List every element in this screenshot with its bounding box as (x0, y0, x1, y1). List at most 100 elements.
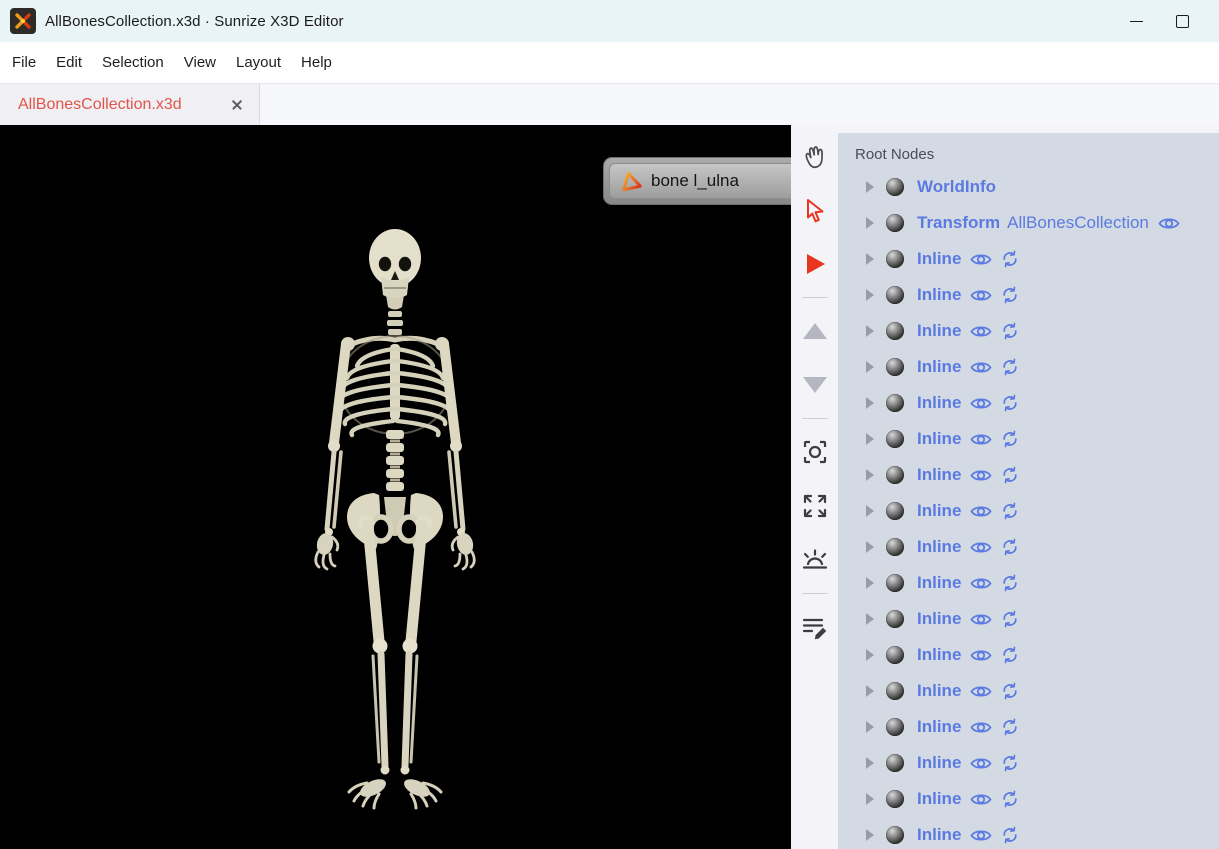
node-type-name[interactable]: Inline (917, 357, 961, 377)
expand-caret-icon[interactable] (866, 613, 874, 625)
expand-caret-icon[interactable] (866, 433, 874, 445)
node-type-name[interactable]: Inline (917, 393, 961, 413)
center-view-icon[interactable] (800, 437, 830, 467)
play-icon[interactable] (800, 249, 830, 279)
minimize-button[interactable] (1113, 5, 1159, 37)
edit-script-icon[interactable] (800, 612, 830, 642)
reload-icon[interactable] (1001, 286, 1019, 304)
node-type-name[interactable]: Inline (917, 249, 961, 269)
reload-icon[interactable] (1001, 754, 1019, 772)
visibility-eye-icon[interactable] (970, 720, 992, 735)
visibility-eye-icon[interactable] (1158, 216, 1180, 231)
visibility-eye-icon[interactable] (970, 432, 992, 447)
tree-node-row[interactable]: Inline (838, 313, 1219, 349)
node-type-name[interactable]: Inline (917, 609, 961, 629)
tree-node-row[interactable]: Inline (838, 349, 1219, 385)
tree-node-row[interactable]: Inline (838, 817, 1219, 849)
menu-edit[interactable]: Edit (46, 54, 92, 71)
reload-icon[interactable] (1001, 610, 1019, 628)
node-type-name[interactable]: Inline (917, 825, 961, 845)
tree-node-row[interactable]: Inline (838, 421, 1219, 457)
fit-view-icon[interactable] (800, 491, 830, 521)
expand-caret-icon[interactable] (866, 361, 874, 373)
tree-node-row[interactable]: Inline (838, 385, 1219, 421)
visibility-eye-icon[interactable] (970, 468, 992, 483)
visibility-eye-icon[interactable] (970, 648, 992, 663)
visibility-eye-icon[interactable] (970, 540, 992, 555)
menu-help[interactable]: Help (291, 54, 342, 71)
node-type-name[interactable]: WorldInfo (917, 177, 996, 197)
move-up-icon[interactable] (800, 316, 830, 346)
visibility-eye-icon[interactable] (970, 684, 992, 699)
tree-node-row[interactable]: Inline (838, 493, 1219, 529)
visibility-eye-icon[interactable] (970, 360, 992, 375)
expand-caret-icon[interactable] (866, 289, 874, 301)
visibility-eye-icon[interactable] (970, 828, 992, 843)
expand-caret-icon[interactable] (866, 577, 874, 589)
tab-allbonescollection[interactable]: AllBonesCollection.x3d (0, 84, 260, 125)
reload-icon[interactable] (1001, 466, 1019, 484)
reload-icon[interactable] (1001, 718, 1019, 736)
tree-node-row[interactable]: WorldInfo (838, 169, 1219, 205)
expand-caret-icon[interactable] (866, 253, 874, 265)
node-type-name[interactable]: Inline (917, 753, 961, 773)
menu-layout[interactable]: Layout (226, 54, 291, 71)
visibility-eye-icon[interactable] (970, 324, 992, 339)
node-type-name[interactable]: Inline (917, 537, 961, 557)
expand-caret-icon[interactable] (866, 541, 874, 553)
tree-node-row[interactable]: Inline (838, 709, 1219, 745)
expand-caret-icon[interactable] (866, 505, 874, 517)
tree-node-row[interactable]: Inline (838, 781, 1219, 817)
menu-file[interactable]: File (2, 54, 46, 71)
maximize-button[interactable] (1159, 5, 1205, 37)
expand-caret-icon[interactable] (866, 649, 874, 661)
tree-node-row[interactable]: Transform AllBonesCollection (838, 205, 1219, 241)
node-type-name[interactable]: Inline (917, 681, 961, 701)
reload-icon[interactable] (1001, 574, 1019, 592)
node-type-name[interactable]: Inline (917, 465, 961, 485)
node-type-name[interactable]: Inline (917, 645, 961, 665)
tree-node-row[interactable]: Inline (838, 601, 1219, 637)
reload-icon[interactable] (1001, 790, 1019, 808)
node-type-name[interactable]: Inline (917, 573, 961, 593)
expand-caret-icon[interactable] (866, 793, 874, 805)
menu-view[interactable]: View (174, 54, 226, 71)
visibility-eye-icon[interactable] (970, 792, 992, 807)
reload-icon[interactable] (1001, 538, 1019, 556)
expand-caret-icon[interactable] (866, 325, 874, 337)
reload-icon[interactable] (1001, 682, 1019, 700)
tab-close-icon[interactable] (229, 97, 245, 113)
node-type-name[interactable]: Inline (917, 789, 961, 809)
tree-node-row[interactable]: Inline (838, 241, 1219, 277)
node-type-name[interactable]: Transform (917, 213, 1000, 233)
expand-caret-icon[interactable] (866, 217, 874, 229)
visibility-eye-icon[interactable] (970, 612, 992, 627)
sunrise-light-icon[interactable] (800, 545, 830, 575)
expand-caret-icon[interactable] (866, 181, 874, 193)
select-arrow-icon[interactable] (800, 195, 830, 225)
visibility-eye-icon[interactable] (970, 396, 992, 411)
visibility-eye-icon[interactable] (970, 252, 992, 267)
expand-caret-icon[interactable] (866, 829, 874, 841)
menu-selection[interactable]: Selection (92, 54, 174, 71)
expand-caret-icon[interactable] (866, 721, 874, 733)
expand-caret-icon[interactable] (866, 469, 874, 481)
reload-icon[interactable] (1001, 430, 1019, 448)
tree-node-row[interactable]: Inline (838, 565, 1219, 601)
pan-hand-icon[interactable] (800, 141, 830, 171)
reload-icon[interactable] (1001, 826, 1019, 844)
tree-node-row[interactable]: Inline (838, 745, 1219, 781)
node-type-name[interactable]: Inline (917, 501, 961, 521)
visibility-eye-icon[interactable] (970, 756, 992, 771)
reload-icon[interactable] (1001, 250, 1019, 268)
expand-caret-icon[interactable] (866, 397, 874, 409)
node-type-name[interactable]: Inline (917, 321, 961, 341)
tree-node-row[interactable]: Inline (838, 277, 1219, 313)
visibility-eye-icon[interactable] (970, 288, 992, 303)
reload-icon[interactable] (1001, 322, 1019, 340)
reload-icon[interactable] (1001, 394, 1019, 412)
expand-caret-icon[interactable] (866, 685, 874, 697)
tree-node-row[interactable]: Inline (838, 637, 1219, 673)
move-down-icon[interactable] (800, 370, 830, 400)
tree-node-row[interactable]: Inline (838, 529, 1219, 565)
